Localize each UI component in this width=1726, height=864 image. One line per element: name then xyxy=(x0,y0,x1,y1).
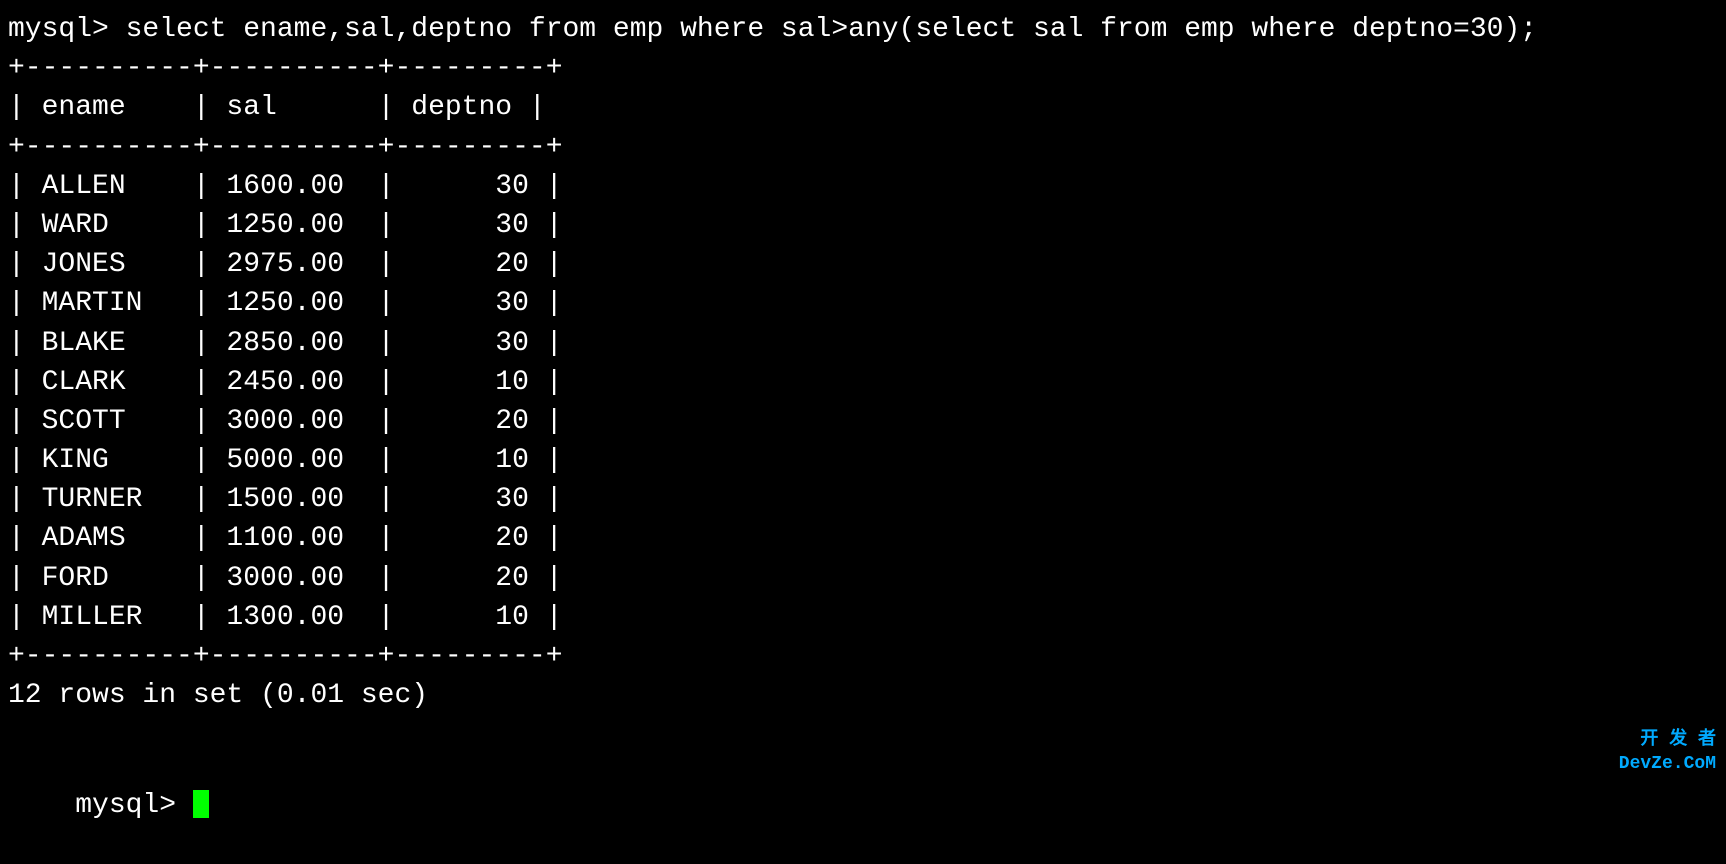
table-row: | ALLEN | 1600.00 | 30 | xyxy=(8,167,1718,206)
header-row: | ename | sal | deptno | xyxy=(8,88,1718,127)
table-row: | KING | 5000.00 | 10 | xyxy=(8,441,1718,480)
border-bottom: +----------+----------+---------+ xyxy=(8,637,1718,676)
cursor xyxy=(193,790,209,818)
watermark-line1: 开 发 者 xyxy=(1619,729,1716,752)
table-body: | ALLEN | 1600.00 | 30 || WARD | 1250.00… xyxy=(8,167,1718,637)
table-row: | ADAMS | 1100.00 | 20 | xyxy=(8,519,1718,558)
table-row: | TURNER | 1500.00 | 30 | xyxy=(8,480,1718,519)
prompt-text: mysql> xyxy=(75,790,193,821)
terminal-window: mysql> select ename,sal,deptno from emp … xyxy=(0,0,1726,786)
border-top: +----------+----------+---------+ xyxy=(8,49,1718,88)
table-row: | JONES | 2975.00 | 20 | xyxy=(8,245,1718,284)
watermark: 开 发 者 DevZe.CoM xyxy=(1619,729,1716,776)
table-row: | FORD | 3000.00 | 20 | xyxy=(8,559,1718,598)
prompt-line: mysql> xyxy=(8,746,1718,864)
result-summary: 12 rows in set (0.01 sec) xyxy=(8,676,1718,715)
border-mid: +----------+----------+---------+ xyxy=(8,128,1718,167)
table-row: | CLARK | 2450.00 | 10 | xyxy=(8,363,1718,402)
table-row: | BLAKE | 2850.00 | 30 | xyxy=(8,324,1718,363)
table-row: | MILLER | 1300.00 | 10 | xyxy=(8,598,1718,637)
query-line: mysql> select ename,sal,deptno from emp … xyxy=(8,10,1718,49)
table-row: | WARD | 1250.00 | 30 | xyxy=(8,206,1718,245)
table-row: | MARTIN | 1250.00 | 30 | xyxy=(8,284,1718,323)
watermark-line2: DevZe.CoM xyxy=(1619,753,1716,776)
table-row: | SCOTT | 3000.00 | 20 | xyxy=(8,402,1718,441)
